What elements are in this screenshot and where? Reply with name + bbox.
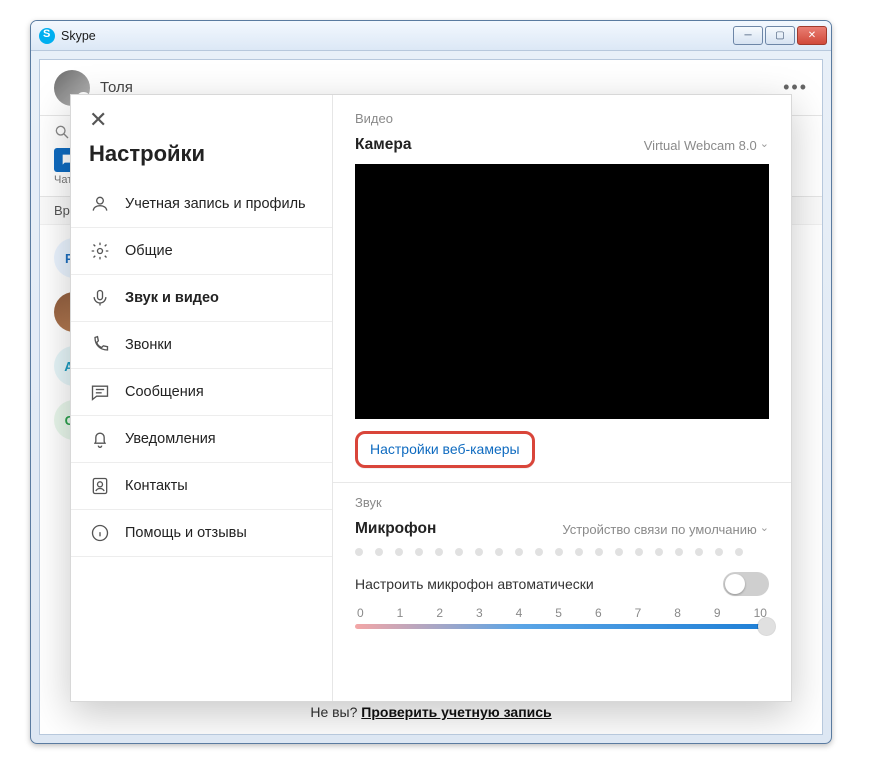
window-frame: Skype ─ ▢ ✕ Толя ••• Чат Врем PB AO <box>30 20 832 744</box>
settings-panel: ✕ Настройки Учетная запись и профиль Общ… <box>70 94 792 702</box>
sidebar-item-label: Звук и видео <box>125 290 219 306</box>
mic-volume-slider[interactable]: 012345678910 <box>355 606 769 629</box>
camera-select[interactable]: Virtual Webcam 8.0 <box>644 138 769 153</box>
slider-track <box>355 624 769 629</box>
sidebar-item-account[interactable]: Учетная запись и профиль <box>71 181 332 228</box>
search-icon <box>54 124 70 140</box>
sidebar-item-label: Учетная запись и профиль <box>125 195 306 213</box>
microphone-level-meter <box>355 548 769 556</box>
verify-account-link[interactable]: Проверить учетную запись <box>361 704 551 720</box>
bell-icon <box>89 428 111 450</box>
auto-mic-toggle[interactable] <box>723 572 769 596</box>
maximize-button[interactable]: ▢ <box>765 26 795 45</box>
info-icon <box>89 522 111 544</box>
auto-mic-label: Настроить микрофон автоматически <box>355 576 594 592</box>
sidebar-item-notifications[interactable]: Уведомления <box>71 416 332 463</box>
user-icon <box>89 193 111 215</box>
sidebar-item-calls[interactable]: Звонки <box>71 322 332 369</box>
gear-icon <box>89 240 111 262</box>
title-bar: Skype ─ ▢ ✕ <box>31 21 831 51</box>
chat-icon <box>89 381 111 403</box>
camera-preview <box>355 164 769 419</box>
microphone-label: Микрофон <box>355 520 436 538</box>
video-section-label: Видео <box>355 111 769 126</box>
close-settings-button[interactable]: ✕ <box>71 107 332 137</box>
sidebar-item-label: Общие <box>125 243 173 259</box>
slider-ticks: 012345678910 <box>355 606 769 624</box>
divider <box>333 482 791 483</box>
sidebar-item-messages[interactable]: Сообщения <box>71 369 332 416</box>
sidebar-item-label: Контакты <box>125 478 188 494</box>
close-button[interactable]: ✕ <box>797 26 827 45</box>
app-client: Толя ••• Чат Врем PB AO GE Не вы? Провер… <box>39 59 823 735</box>
microphone-icon <box>89 287 111 309</box>
sidebar-item-help[interactable]: Помощь и отзывы <box>71 510 332 557</box>
window-title: Skype <box>61 29 733 43</box>
settings-sidebar: ✕ Настройки Учетная запись и профиль Общ… <box>71 95 333 701</box>
footer-note: Не вы? Проверить учетную запись <box>40 704 822 720</box>
contacts-icon <box>89 475 111 497</box>
webcam-settings-link[interactable]: Настройки веб-камеры <box>355 431 535 468</box>
audio-section-label: Звук <box>355 495 769 510</box>
minimize-button[interactable]: ─ <box>733 26 763 45</box>
skype-logo-icon <box>39 28 55 44</box>
sidebar-item-general[interactable]: Общие <box>71 228 332 275</box>
sidebar-item-label: Сообщения <box>125 384 204 400</box>
settings-content: Видео Камера Virtual Webcam 8.0 Настройк… <box>333 95 791 701</box>
settings-title: Настройки <box>71 137 332 181</box>
sidebar-item-label: Уведомления <box>125 431 216 447</box>
sidebar-item-contacts[interactable]: Контакты <box>71 463 332 510</box>
sidebar-item-label: Звонки <box>125 337 172 353</box>
sidebar-item-label: Помощь и отзывы <box>125 525 247 541</box>
camera-label: Камера <box>355 136 411 154</box>
sidebar-item-audio-video[interactable]: Звук и видео <box>71 275 332 322</box>
slider-thumb[interactable] <box>758 618 775 635</box>
microphone-select[interactable]: Устройство связи по умолчанию <box>562 522 769 537</box>
phone-icon <box>89 334 111 356</box>
